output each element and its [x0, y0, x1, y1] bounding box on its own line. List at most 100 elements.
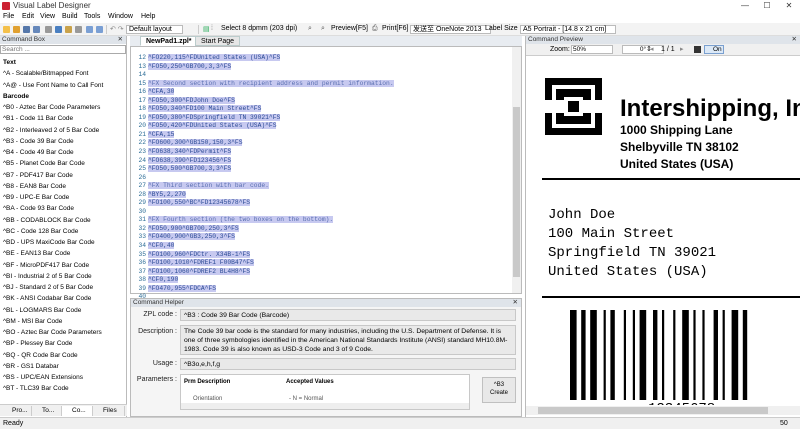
page-prev-icon[interactable]: ◂: [650, 45, 654, 53]
label-size-select[interactable]: A5 Portrait - [14.8 x 21 cm]: [520, 25, 617, 34]
command-item[interactable]: ^B8 - EAN8 Bar Code: [0, 181, 126, 192]
command-item[interactable]: ^B1 - Code 11 Bar Code: [0, 113, 126, 124]
code-line[interactable]: ^CF0,190: [148, 276, 394, 285]
open-folder-icon[interactable]: [13, 26, 20, 33]
minimize-button[interactable]: —: [734, 0, 756, 12]
save-all-icon[interactable]: [33, 26, 40, 33]
code-area[interactable]: ^FO220,115^FDUnited States (USA)^FS ^FO50…: [148, 54, 394, 310]
menu-view[interactable]: View: [40, 13, 55, 20]
copy-icon[interactable]: [55, 26, 62, 33]
zoom-select[interactable]: 50%: [571, 45, 613, 54]
printer-select[interactable]: 发送至 OneNote 2013: [410, 25, 492, 34]
command-item[interactable]: ^B5 - Planet Code Bar Code: [0, 158, 126, 169]
command-item[interactable]: ^BB - CODABLOCK Bar Code: [0, 215, 126, 226]
layout-select[interactable]: Default layout: [126, 25, 183, 34]
code-line[interactable]: ^FO400,900^GB3,250,3^FS: [148, 233, 394, 242]
undo-redo-arrows[interactable]: ↶ ↷: [110, 25, 124, 33]
scroll-thumb[interactable]: [513, 107, 520, 277]
save-icon[interactable]: [23, 26, 30, 33]
menu-window[interactable]: Window: [108, 13, 133, 20]
code-line[interactable]: ^FO50,300^FDJohn Doe^FS: [148, 96, 394, 106]
menu-build[interactable]: Build: [62, 13, 78, 20]
code-line[interactable]: ^FO50,500^GB700,3,3^FS: [148, 165, 394, 174]
cut-icon[interactable]: [45, 26, 52, 33]
command-item[interactable]: ^BF - MicroPDF417 Bar Code: [0, 260, 126, 271]
code-line[interactable]: ^FO50,250^GB700,3,3^FS: [148, 62, 394, 72]
command-item[interactable]: ^BK - ANSI Codabar Bar Code: [0, 293, 126, 304]
preview-hscroll[interactable]: [526, 406, 800, 415]
tab-toolbox[interactable]: To...: [32, 406, 62, 416]
menu-help[interactable]: Help: [141, 13, 155, 20]
code-line[interactable]: ^CF0,40: [148, 242, 394, 251]
command-item[interactable]: ^BE - EAN13 Bar Code: [0, 248, 126, 259]
code-line[interactable]: ^FX Third section with bar code.: [148, 182, 394, 191]
menu-file[interactable]: File: [3, 13, 14, 20]
on-toggle[interactable]: On: [704, 45, 724, 54]
command-item[interactable]: ^BP - Plessey Bar Code: [0, 338, 126, 349]
command-item[interactable]: ^B0 - Aztec Bar Code Parameters: [0, 102, 126, 113]
command-item[interactable]: ^B9 - UPC-E Bar Code: [0, 192, 126, 203]
code-line[interactable]: ^FO100,1060^FDREF2 BL4H8^FS: [148, 267, 394, 277]
code-line[interactable]: ^CFA,30: [148, 88, 394, 97]
preview-scroll-thumb[interactable]: [538, 407, 768, 414]
command-item[interactable]: ^BM - MSI Bar Code: [0, 316, 126, 327]
command-item[interactable]: ^BJ - Standard 2 of 5 Bar Code: [0, 282, 126, 293]
code-line[interactable]: ^FO50,340^FD100 Main Street^FS: [148, 105, 394, 114]
delete-icon[interactable]: [75, 26, 82, 33]
command-item[interactable]: ^BC - Code 128 Bar Code: [0, 226, 126, 237]
tab-properties[interactable]: Pro...: [2, 406, 32, 416]
code-line[interactable]: ^FO100,1010^FDREF1 F00B47^FS: [148, 259, 394, 268]
code-line[interactable]: ^BY5,2,270: [148, 190, 394, 200]
command-item[interactable]: ^BR - GS1 Databar: [0, 361, 126, 372]
command-item[interactable]: ^B4 - Code 49 Bar Code: [0, 147, 126, 158]
close-icon[interactable]: ✕: [792, 36, 797, 44]
code-line[interactable]: ^FX Fourth section (the two boxes on the…: [148, 216, 394, 225]
close-button[interactable]: ✕: [778, 0, 800, 12]
command-item[interactable]: ^BO - Aztec Bar Code Parameters: [0, 327, 126, 338]
code-line[interactable]: ^FO220,115^FDUnited States (USA)^FS: [148, 54, 394, 63]
command-item[interactable]: ^A@ - Use Font Name to Call Font: [0, 80, 126, 91]
tab-newpad1[interactable]: NewPad1.zpl*: [140, 36, 198, 46]
command-item[interactable]: ^BQ - QR Code Bar Code: [0, 350, 126, 361]
command-item[interactable]: ^BL - LOGMARS Bar Code: [0, 305, 126, 316]
command-item[interactable]: ^A - Scalable/Bitmapped Font: [0, 68, 126, 79]
undo-icon[interactable]: [86, 26, 93, 33]
command-item[interactable]: ^BS - UPC/EAN Extensions: [0, 372, 126, 383]
code-line[interactable]: ^FO600,300^GB150,150,3^FS: [148, 139, 394, 148]
tab-files[interactable]: Files: [93, 406, 125, 416]
param-hscroll[interactable]: [181, 403, 469, 409]
tab-command[interactable]: Co...: [62, 406, 93, 416]
page-next-icon[interactable]: ▸: [680, 45, 684, 53]
create-button[interactable]: ^B3 Create: [482, 377, 516, 403]
tab-start-page[interactable]: Start Page: [195, 36, 241, 46]
menu-edit[interactable]: Edit: [22, 13, 34, 20]
code-line[interactable]: [148, 71, 394, 80]
new-file-icon[interactable]: [3, 26, 10, 33]
menu-tools[interactable]: Tools: [84, 13, 100, 20]
code-line[interactable]: ^FO100,960^FDCtr. X34B-1^FS: [148, 250, 394, 260]
search-input[interactable]: [0, 45, 126, 54]
printer-resolution-select[interactable]: Select 8 dpmm (203 dpi): [221, 25, 297, 32]
command-item[interactable]: ^B2 - Interleaved 2 of 5 Bar Code: [0, 125, 126, 136]
command-item[interactable]: ^BD - UPS MaxiCode Bar Code: [0, 237, 126, 248]
command-item[interactable]: ^B7 - PDF417 Bar Code: [0, 170, 126, 181]
code-line[interactable]: [148, 174, 394, 183]
code-line[interactable]: ^FO100,550^BC^FD12345678^FS: [148, 199, 394, 208]
maximize-button[interactable]: ☐: [756, 0, 778, 12]
save-icon[interactable]: [694, 46, 701, 53]
preview-button[interactable]: Preview[F5]: [331, 25, 368, 32]
command-category[interactable]: Barcode: [0, 91, 126, 102]
code-line[interactable]: ^FO470,955^FDCA^FS: [148, 284, 394, 294]
command-item[interactable]: ^BA - Code 93 Bar Code: [0, 203, 126, 214]
code-editor[interactable]: 12 13 14 15 16 17 18 19 20 21 22 23 24 25 26 27 28 29 30 31…: [130, 46, 522, 309]
redo-icon[interactable]: [96, 26, 103, 33]
command-item[interactable]: ^BI - Industrial 2 of 5 Bar Code: [0, 271, 126, 282]
command-item[interactable]: ^B3 - Code 39 Bar Code: [0, 136, 126, 147]
code-line[interactable]: ^FO638,340^FDPermit^FS: [148, 148, 394, 157]
editor-scrollbar[interactable]: [512, 47, 521, 293]
close-icon[interactable]: ✕: [118, 36, 123, 44]
paste-icon[interactable]: [65, 26, 72, 33]
close-icon[interactable]: ✕: [513, 299, 518, 307]
command-category[interactable]: Text: [0, 57, 126, 68]
code-line[interactable]: ^FX Second section with recipient addres…: [148, 79, 394, 89]
